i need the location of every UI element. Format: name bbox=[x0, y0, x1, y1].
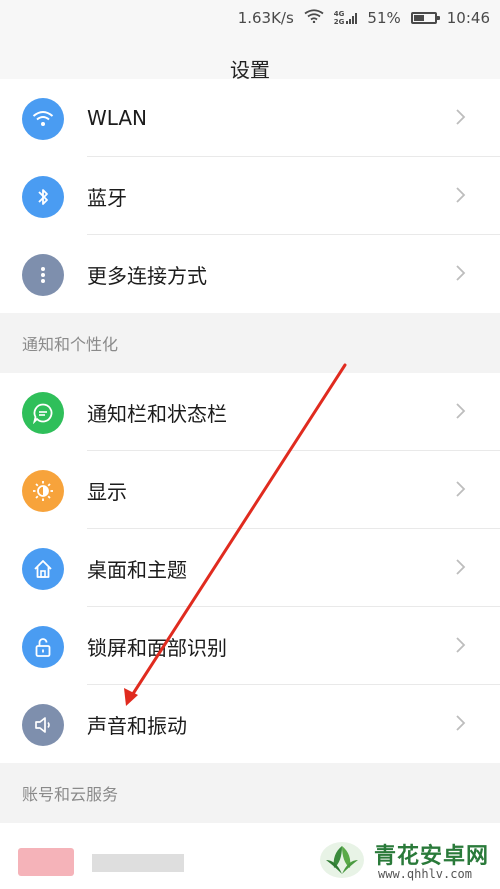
watermark-title: 青花安卓网 bbox=[374, 844, 490, 869]
watermark-logo bbox=[320, 842, 364, 878]
wifi-status-icon bbox=[304, 9, 324, 27]
chevron-right-icon bbox=[456, 715, 466, 731]
settings-item-display[interactable]: 显示 bbox=[0, 451, 500, 529]
chevron-right-icon bbox=[456, 481, 466, 497]
settings-item-sound-vibration[interactable]: 声音和振动 bbox=[0, 685, 500, 763]
status-bar-right: 1.63K/s 4G 2G 51% 10:46 bbox=[238, 0, 490, 36]
section-header-personalization: 通知和个性化 bbox=[0, 313, 500, 373]
chevron-right-icon bbox=[456, 559, 466, 575]
message-icon bbox=[22, 392, 64, 434]
settings-item-label: 更多连接方式 bbox=[87, 263, 207, 288]
settings-item-notification-bar[interactable]: 通知栏和状态栏 bbox=[0, 373, 500, 451]
chevron-right-icon bbox=[456, 265, 466, 281]
settings-item-label: WLAN bbox=[87, 106, 148, 130]
battery-icon bbox=[410, 12, 440, 24]
brightness-icon bbox=[22, 470, 64, 512]
settings-item-wlan[interactable]: WLAN bbox=[0, 79, 500, 157]
more-dots-icon bbox=[22, 254, 64, 296]
blurred-avatar bbox=[18, 848, 74, 876]
network-2g-label: 2G bbox=[333, 18, 345, 26]
chevron-right-icon bbox=[456, 187, 466, 203]
battery-percent: 51% bbox=[367, 9, 401, 27]
wifi-icon bbox=[22, 98, 64, 140]
section-title: 通知和个性化 bbox=[22, 335, 119, 354]
section-title: 账号和云服务 bbox=[22, 785, 119, 804]
bluetooth-icon bbox=[22, 176, 64, 218]
settings-item-bluetooth[interactable]: 蓝牙 bbox=[0, 157, 500, 235]
cellular-signal-icon: 4G 2G bbox=[334, 10, 358, 26]
settings-item-more-connections[interactable]: 更多连接方式 bbox=[0, 235, 500, 313]
settings-item-label: 显示 bbox=[87, 479, 127, 504]
status-bar: 1.63K/s 4G 2G 51% 10:46 bbox=[0, 0, 500, 36]
clock: 10:46 bbox=[446, 9, 490, 27]
settings-item-desktop-theme[interactable]: 桌面和主题 bbox=[0, 529, 500, 607]
chevron-right-icon bbox=[456, 403, 466, 419]
watermark-url: www.qhhlv.com bbox=[378, 867, 472, 881]
chevron-right-icon bbox=[456, 109, 466, 125]
speaker-icon bbox=[22, 704, 64, 746]
settings-item-label: 通知栏和状态栏 bbox=[87, 401, 227, 426]
settings-item-label: 锁屏和面部识别 bbox=[87, 635, 227, 660]
settings-item-lockscreen[interactable]: 锁屏和面部识别 bbox=[0, 607, 500, 685]
home-icon bbox=[22, 548, 64, 590]
network-4g-label: 4G bbox=[333, 10, 345, 18]
section-header-account: 账号和云服务 bbox=[0, 763, 500, 823]
watermark: 青花安卓网 www.qhhlv.com bbox=[314, 836, 494, 886]
blurred-account-name bbox=[92, 854, 184, 872]
chevron-right-icon bbox=[456, 637, 466, 653]
settings-item-label: 声音和振动 bbox=[87, 713, 187, 738]
network-speed: 1.63K/s bbox=[237, 9, 294, 27]
settings-item-label: 蓝牙 bbox=[87, 185, 127, 210]
settings-item-label: 桌面和主题 bbox=[87, 557, 187, 582]
lock-icon bbox=[22, 626, 64, 668]
